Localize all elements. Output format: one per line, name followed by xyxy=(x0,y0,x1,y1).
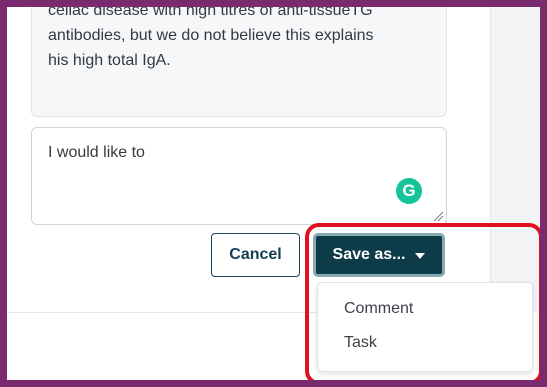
comment-line: antibodies, but we do not believe this e… xyxy=(48,27,374,44)
resize-handle-icon[interactable] xyxy=(432,210,444,222)
comment-line: celiac disease with high titres of anti-… xyxy=(48,2,373,19)
caret-down-icon xyxy=(415,253,426,259)
comment-panel: celiac disease with high titres of anti-… xyxy=(7,7,490,313)
grammarly-icon[interactable]: G xyxy=(396,178,422,204)
menu-item-task[interactable]: Task xyxy=(344,334,377,352)
save-as-button-label: Save as... xyxy=(332,246,406,263)
side-strip xyxy=(490,7,540,312)
comment-textarea[interactable]: I would like to G xyxy=(31,127,447,225)
app-frame: celiac disease with high titres of anti-… xyxy=(0,0,547,387)
comment-line: his high total IgA. xyxy=(48,52,171,69)
previous-comment: celiac disease with high titres of anti-… xyxy=(31,2,447,117)
cancel-button-label: Cancel xyxy=(229,246,282,263)
save-as-menu: Comment Task xyxy=(317,282,533,372)
previous-comment-text: celiac disease with high titres of anti-… xyxy=(48,2,438,73)
menu-item-comment[interactable]: Comment xyxy=(344,300,413,318)
comment-input-value: I would like to xyxy=(48,144,145,161)
save-as-button[interactable]: Save as... xyxy=(313,233,445,277)
cancel-button[interactable]: Cancel xyxy=(211,233,300,277)
